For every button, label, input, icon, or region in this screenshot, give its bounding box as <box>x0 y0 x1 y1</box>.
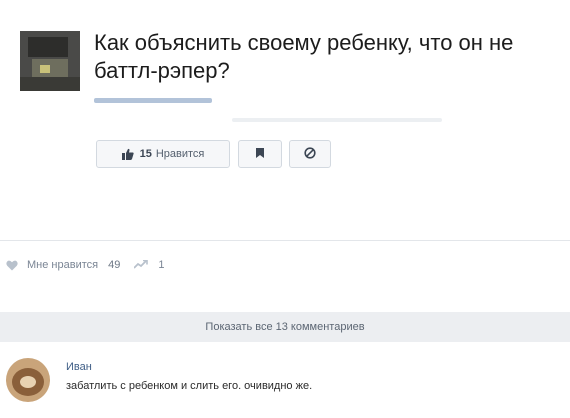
post-title[interactable]: Как объяснить своему ребенку, что он не … <box>94 29 534 85</box>
post-thumbnail[interactable] <box>20 31 80 91</box>
like-count: 15 <box>139 148 152 160</box>
comment-text: забатлить с ребенком и слить его. очивид… <box>66 380 313 392</box>
bookmark-button[interactable] <box>238 140 282 168</box>
thumbs-up-icon <box>121 148 134 160</box>
block-icon <box>304 146 316 162</box>
bookmark-icon <box>256 147 264 161</box>
blurred-source-link[interactable] <box>94 98 212 103</box>
like-button[interactable]: 15 Нравится <box>96 140 230 168</box>
likes-count: 49 <box>108 259 121 271</box>
avatar[interactable] <box>6 358 50 402</box>
shares-count: 1 <box>158 259 165 271</box>
divider <box>0 240 570 241</box>
share-icon[interactable] <box>134 259 149 271</box>
comment-author[interactable]: Иван <box>66 361 92 373</box>
show-all-comments-button[interactable]: Показать все 13 комментариев <box>0 312 570 342</box>
like-label: Нравится <box>155 148 205 160</box>
blurred-text <box>232 118 442 122</box>
heart-icon[interactable] <box>6 260 18 271</box>
block-button[interactable] <box>289 140 331 168</box>
likes-label[interactable]: Мне нравится <box>27 259 98 271</box>
stats-row: Мне нравится 49 1 <box>6 256 164 274</box>
